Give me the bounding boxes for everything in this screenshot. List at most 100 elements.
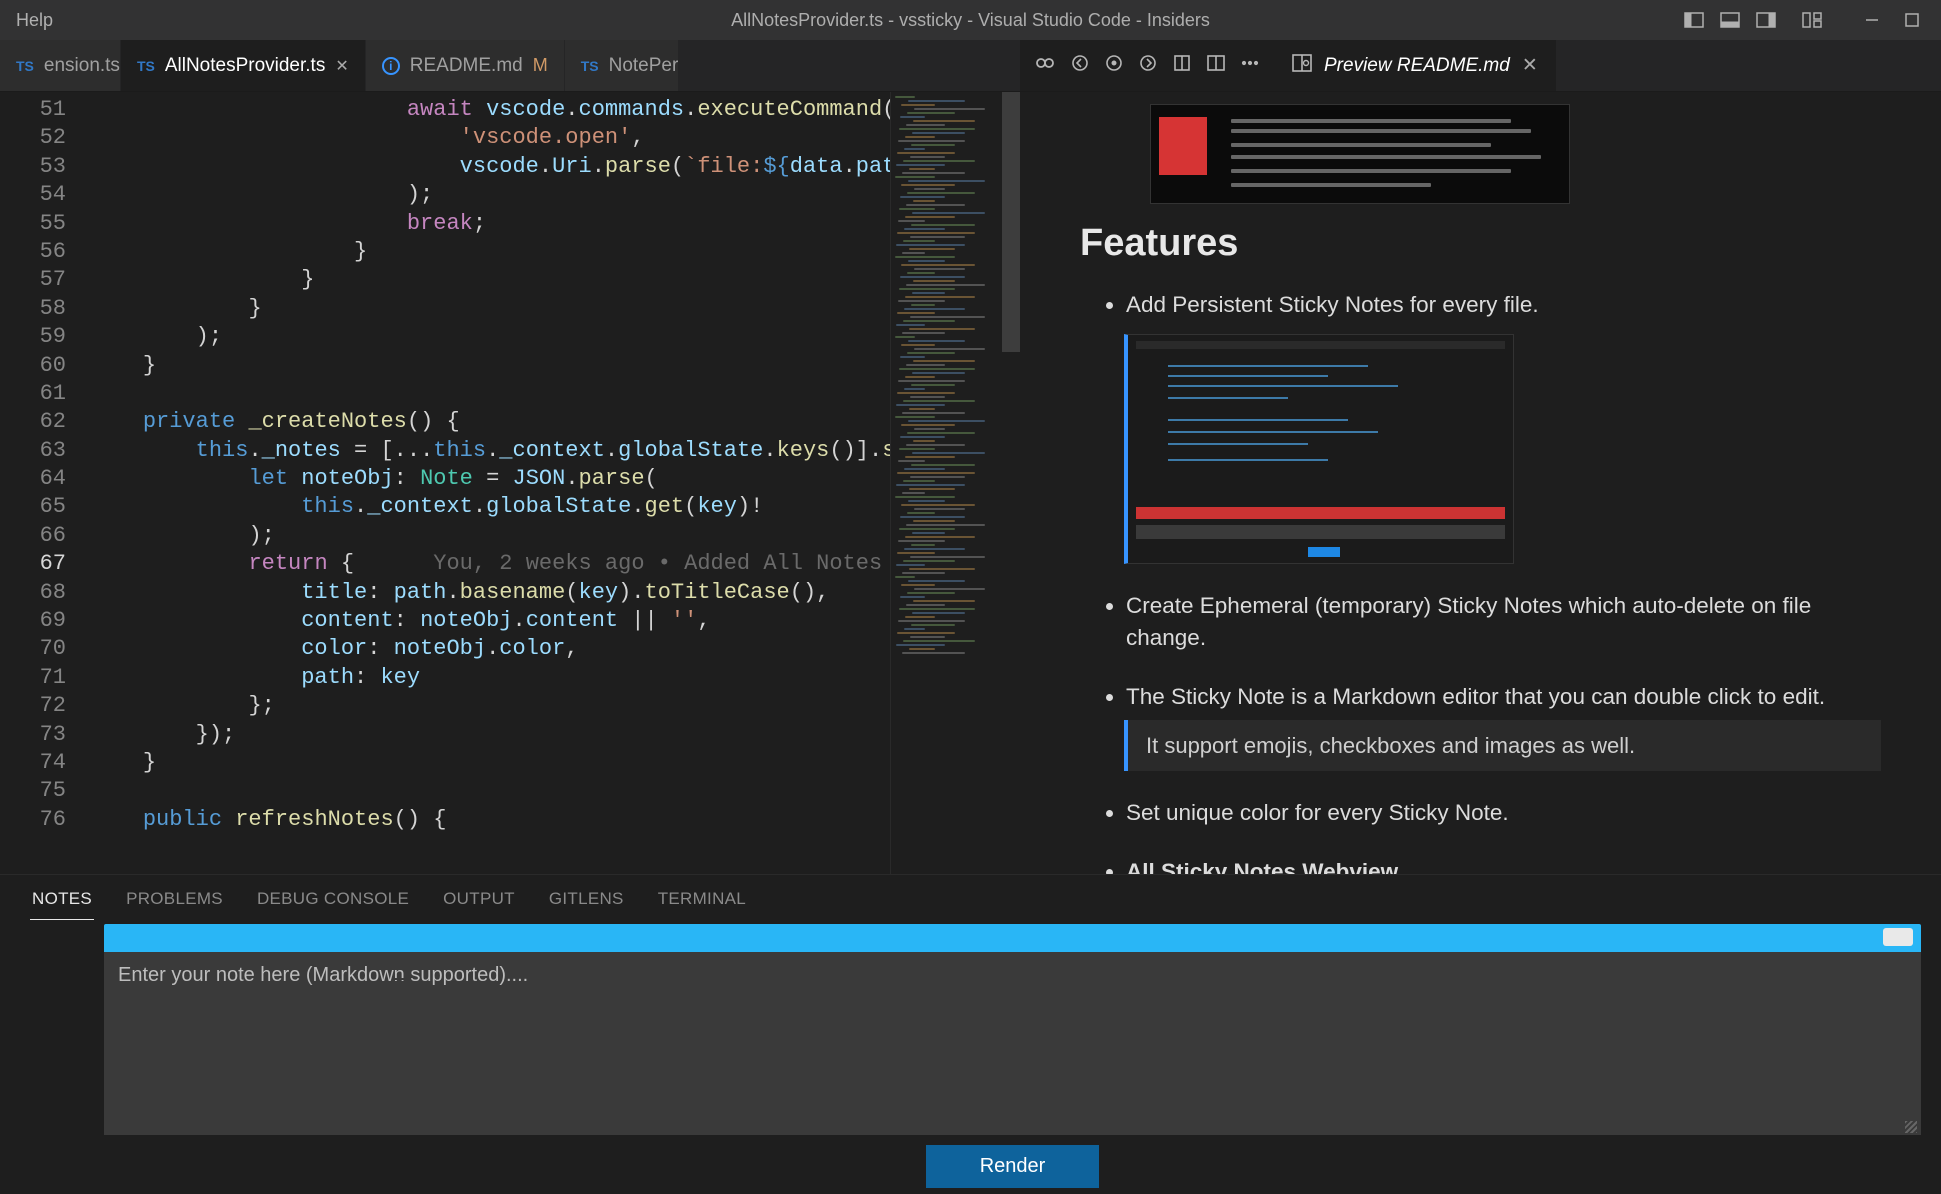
ts-file-icon: TS	[16, 58, 34, 74]
tab-noteper[interactable]: TS NotePer	[565, 40, 680, 91]
line-number: 67	[12, 550, 90, 578]
notes-panel: Render	[0, 920, 1941, 1194]
line-number: 68	[12, 579, 90, 607]
code-line[interactable]: }	[90, 352, 890, 380]
list-item: Add Persistent Sticky Notes for every fi…	[1126, 289, 1881, 564]
list-item: Create Ephemeral (temporary) Sticky Note…	[1126, 590, 1881, 655]
more-actions-icon[interactable]	[1240, 53, 1260, 78]
code-line[interactable]: await vscode.commands.executeCommand(	[90, 96, 890, 124]
panel-tab-output[interactable]: OUTPUT	[441, 883, 517, 920]
window-minimize-icon[interactable]	[1855, 6, 1889, 34]
code-line[interactable]: let noteObj: Note = JSON.parse(	[90, 465, 890, 493]
panel-tab-problems[interactable]: PROBLEMS	[124, 883, 225, 920]
code-line[interactable]: );	[90, 323, 890, 351]
code-content[interactable]: await vscode.commands.executeCommand( 'v…	[90, 92, 890, 874]
tab-label: Preview README.md	[1324, 55, 1510, 77]
editor-actions	[1020, 40, 1274, 91]
code-editor[interactable]: 5152535455565758596061626364656667686970…	[0, 92, 1020, 874]
glyph-margin	[0, 92, 12, 874]
line-number: 73	[12, 721, 90, 749]
code-line[interactable]: this._context.globalState.get(key)!	[90, 493, 890, 521]
code-line[interactable]	[90, 380, 890, 408]
close-icon[interactable]: ✕	[1522, 54, 1538, 77]
line-number: 56	[12, 238, 90, 266]
tab-allnotesprovider-ts[interactable]: TSAllNotesProvider.ts✕	[121, 40, 366, 91]
markdown-preview[interactable]: Features Add Persistent Sticky Notes for…	[1020, 92, 1941, 874]
panel-tab-notes[interactable]: NOTES	[30, 883, 94, 920]
tab-label: NotePer	[609, 55, 679, 77]
customize-layout-icon[interactable]	[1795, 6, 1829, 34]
split-editor-icon[interactable]	[1206, 53, 1226, 78]
code-line[interactable]: public refreshNotes() {	[90, 806, 890, 834]
main-split: 5152535455565758596061626364656667686970…	[0, 92, 1941, 874]
minimap[interactable]	[890, 92, 1020, 874]
line-number: 64	[12, 465, 90, 493]
color-swatch-button[interactable]	[1883, 928, 1913, 946]
code-line[interactable]: title: path.basename(key).toTitleCase(),	[90, 579, 890, 607]
tab-preview-readme[interactable]: Preview README.md ✕	[1274, 40, 1556, 91]
line-number-gutter: 5152535455565758596061626364656667686970…	[12, 92, 90, 874]
code-line[interactable]: break;	[90, 210, 890, 238]
panel-tab-gitlens[interactable]: GITLENS	[547, 883, 626, 920]
tab-readme-md[interactable]: iREADME.mdM	[366, 40, 565, 91]
nav-back-icon[interactable]	[1070, 53, 1090, 78]
line-number: 59	[12, 323, 90, 351]
menu-help[interactable]: Help	[0, 10, 69, 31]
text-cursor-icon	[388, 975, 410, 1005]
note-color-bar[interactable]	[104, 924, 1921, 952]
code-line[interactable]: 'vscode.open',	[90, 124, 890, 152]
code-line[interactable]: return { You, 2 weeks ago • Added All No…	[90, 550, 890, 578]
code-line[interactable]: }	[90, 295, 890, 323]
code-line[interactable]: this._notes = [...this._context.globalSt…	[90, 437, 890, 465]
line-number: 74	[12, 749, 90, 777]
nav-current-icon[interactable]	[1104, 53, 1124, 78]
render-button[interactable]: Render	[926, 1145, 1100, 1188]
line-number: 60	[12, 352, 90, 380]
line-number: 52	[12, 124, 90, 152]
close-icon[interactable]: ✕	[335, 56, 348, 76]
diff-icon[interactable]	[1172, 53, 1192, 78]
list-item-text: Add Persistent Sticky Notes for every fi…	[1126, 292, 1539, 317]
code-line[interactable]: );	[90, 181, 890, 209]
minimap-scroll-thumb[interactable]	[1002, 92, 1020, 352]
line-number: 75	[12, 777, 90, 805]
nav-forward-icon[interactable]	[1138, 53, 1158, 78]
panel-tab-debug-console[interactable]: DEBUG CONSOLE	[255, 883, 411, 920]
layout-sidebar-left-icon[interactable]	[1677, 6, 1711, 34]
code-line[interactable]: path: key	[90, 664, 890, 692]
code-line[interactable]: vscode.Uri.parse(`file:${data.path}`)	[90, 153, 890, 181]
code-line[interactable]: content: noteObj.content || '',	[90, 607, 890, 635]
line-number: 63	[12, 437, 90, 465]
editor-tabs-row: TSension.tsTSAllNotesProvider.ts✕iREADME…	[0, 40, 1941, 92]
layout-panel-bottom-icon[interactable]	[1713, 6, 1747, 34]
list-item: The Sticky Note is a Markdown editor tha…	[1126, 681, 1881, 772]
code-line[interactable]: }	[90, 238, 890, 266]
title-bar: Help AllNotesProvider.ts - vssticky - Vi…	[0, 0, 1941, 40]
line-number: 62	[12, 408, 90, 436]
line-number: 51	[12, 96, 90, 124]
window-title: AllNotesProvider.ts - vssticky - Visual …	[731, 10, 1210, 31]
info-icon: i	[382, 57, 400, 75]
note-input[interactable]	[104, 952, 1921, 1125]
code-line[interactable]: );	[90, 522, 890, 550]
feature-list: Add Persistent Sticky Notes for every fi…	[1080, 289, 1881, 874]
code-line[interactable]: }	[90, 749, 890, 777]
ts-file-icon: TS	[581, 58, 599, 74]
code-line[interactable]: }	[90, 266, 890, 294]
line-number: 72	[12, 692, 90, 720]
resize-handle[interactable]	[104, 1125, 1921, 1135]
panel-tab-terminal[interactable]: TERMINAL	[656, 883, 748, 920]
line-number: 58	[12, 295, 90, 323]
tab-ension-ts[interactable]: TSension.ts	[0, 40, 121, 91]
preview-image-placeholder	[1124, 334, 1514, 564]
code-line[interactable]: };	[90, 692, 890, 720]
copilot-icon[interactable]	[1034, 52, 1056, 79]
code-line[interactable]	[90, 777, 890, 805]
layout-sidebar-right-icon[interactable]	[1749, 6, 1783, 34]
code-line[interactable]: private _createNotes() {	[90, 408, 890, 436]
code-line[interactable]: });	[90, 721, 890, 749]
line-number: 65	[12, 493, 90, 521]
window-maximize-icon[interactable]	[1895, 6, 1929, 34]
line-number: 53	[12, 153, 90, 181]
code-line[interactable]: color: noteObj.color,	[90, 635, 890, 663]
